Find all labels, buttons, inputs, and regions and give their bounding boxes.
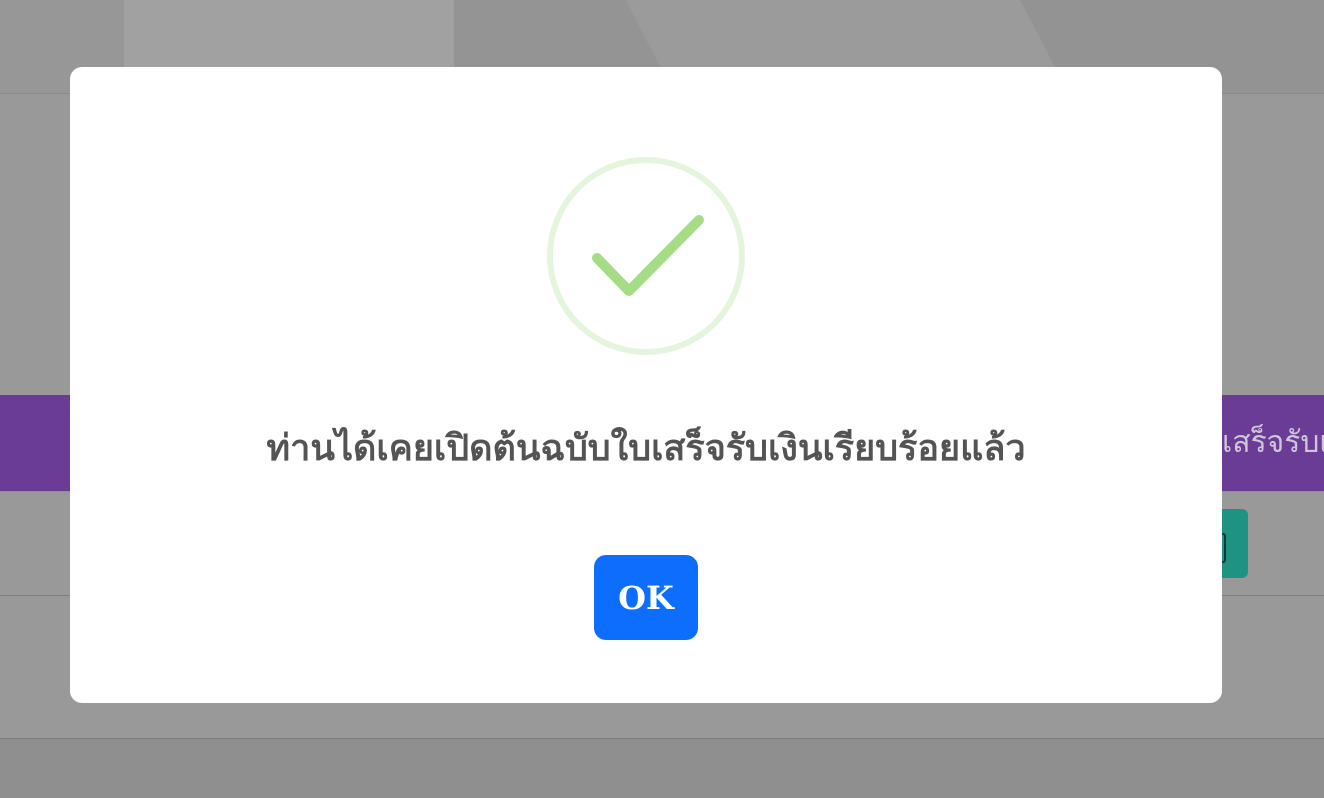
check-circle-icon (547, 157, 745, 355)
success-dialog: ท่านได้เคยเปิดต้นฉบับใบเสร็จรับเงินเรียบ… (70, 67, 1222, 703)
ok-button[interactable]: OK (594, 555, 698, 640)
page-footer (0, 739, 1324, 798)
dialog-message: ท่านได้เคยเปิดต้นฉบับใบเสร็จรับเงินเรียบ… (266, 428, 1026, 469)
purple-bar-label: เสร็จรับเงิน (1222, 425, 1324, 460)
